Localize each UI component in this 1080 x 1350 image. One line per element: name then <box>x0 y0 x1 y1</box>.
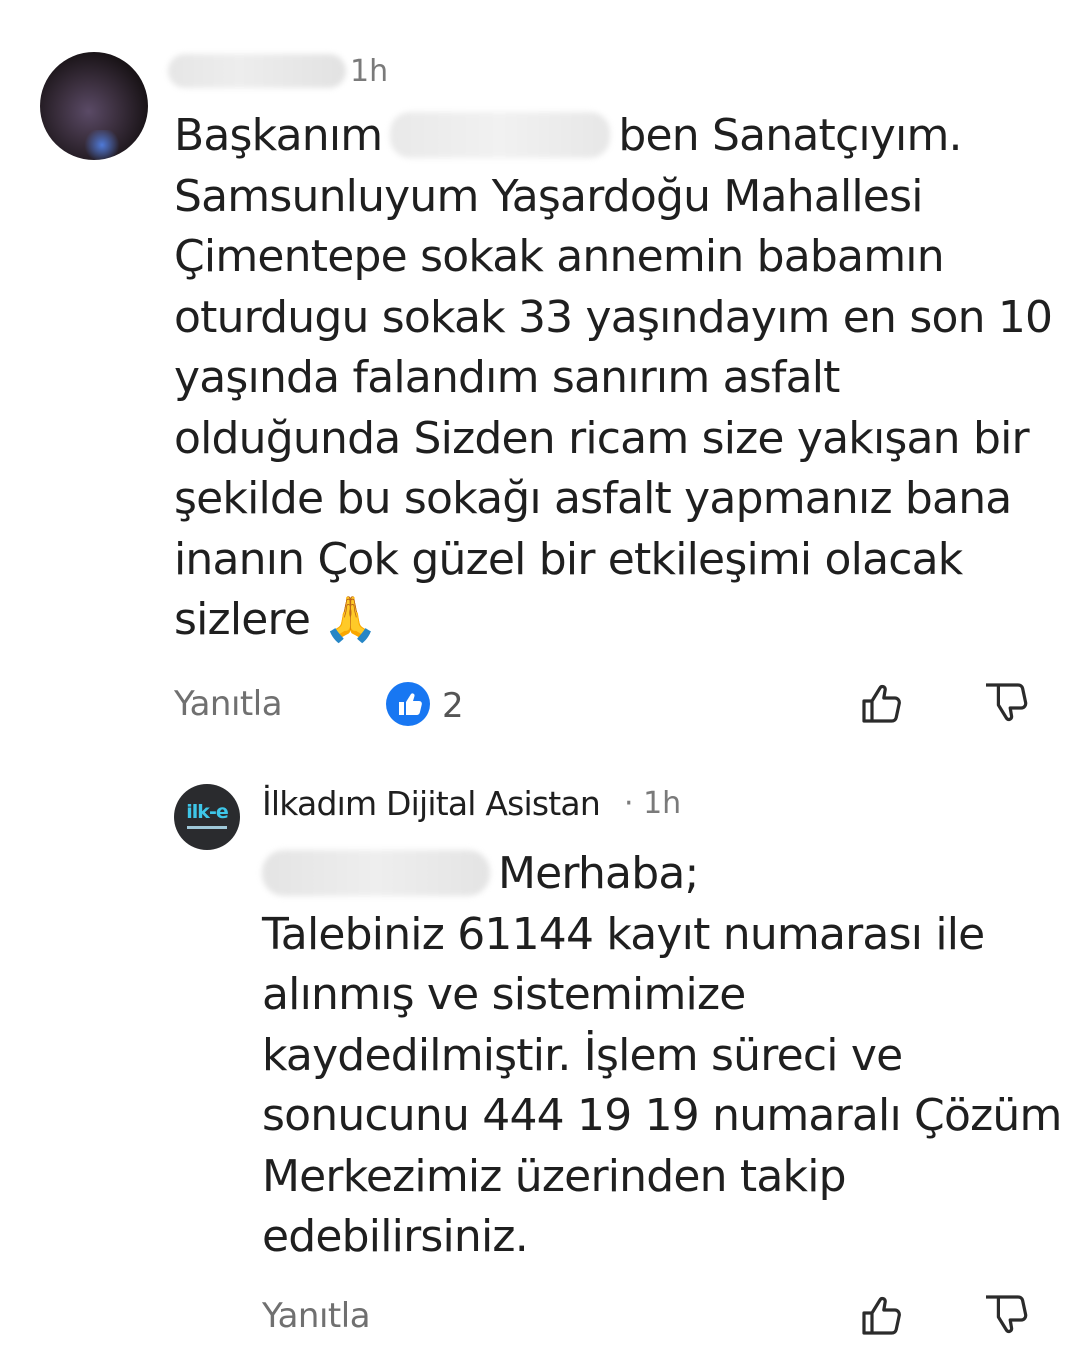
comment-text: Başkanım ben Sanatçıyım. Samsunluyum Yaşa… <box>174 106 1054 651</box>
reply-time: 1h <box>643 786 682 821</box>
comment-text-rest: ben Sanatçıyım. Samsunluyum Yaşardoğu Ma… <box>174 110 1053 645</box>
reply-button[interactable]: Yanıtla <box>262 1294 371 1338</box>
thumb-down-icon[interactable] <box>980 1288 1036 1344</box>
thumb-up-icon[interactable] <box>856 676 912 732</box>
comment-text-start: Başkanım <box>174 110 383 161</box>
comment-actions: Yanıtla 2 <box>0 676 1080 736</box>
page-avatar[interactable]: ilk-e <box>174 784 240 850</box>
reply-button[interactable]: Yanıtla <box>174 682 283 726</box>
user-avatar[interactable] <box>40 52 148 160</box>
reply-message: Talebiniz 61144 kayıt numarası ile alınm… <box>262 908 1062 1263</box>
reply-author-name[interactable]: İlkadım Dijital Asistan <box>262 782 601 826</box>
reply-text: Merhaba; Talebiniz 61144 kayıt numarası i… <box>262 844 1062 1268</box>
reply-timestamp: · 1h <box>624 782 681 826</box>
reply-actions: Yanıtla <box>0 1288 1080 1348</box>
thumb-down-icon[interactable] <box>980 676 1036 732</box>
avatar-logo-underline <box>187 826 227 829</box>
reaction-count: 2 <box>442 686 464 726</box>
separator-dot: · <box>624 786 634 821</box>
comment-timestamp: 1h <box>350 54 389 89</box>
author-name-redacted[interactable] <box>168 54 346 88</box>
avatar-logo: ilk-e <box>186 801 228 823</box>
mention-redacted <box>390 112 611 158</box>
facebook-like-icon <box>386 682 430 726</box>
comment-item: 1h Başkanım ben Sanatçıyım. Samsunluyum Y… <box>0 0 1080 740</box>
pray-emoji: 🙏 <box>323 594 378 645</box>
recipient-name-redacted <box>262 850 490 896</box>
thumb-up-icon[interactable] <box>856 1288 912 1344</box>
reply-greeting: Merhaba; <box>498 848 699 899</box>
avatar-image <box>82 130 122 160</box>
reply-item: ilk-e İlkadım Dijital Asistan · 1h Merha… <box>0 740 1080 1350</box>
